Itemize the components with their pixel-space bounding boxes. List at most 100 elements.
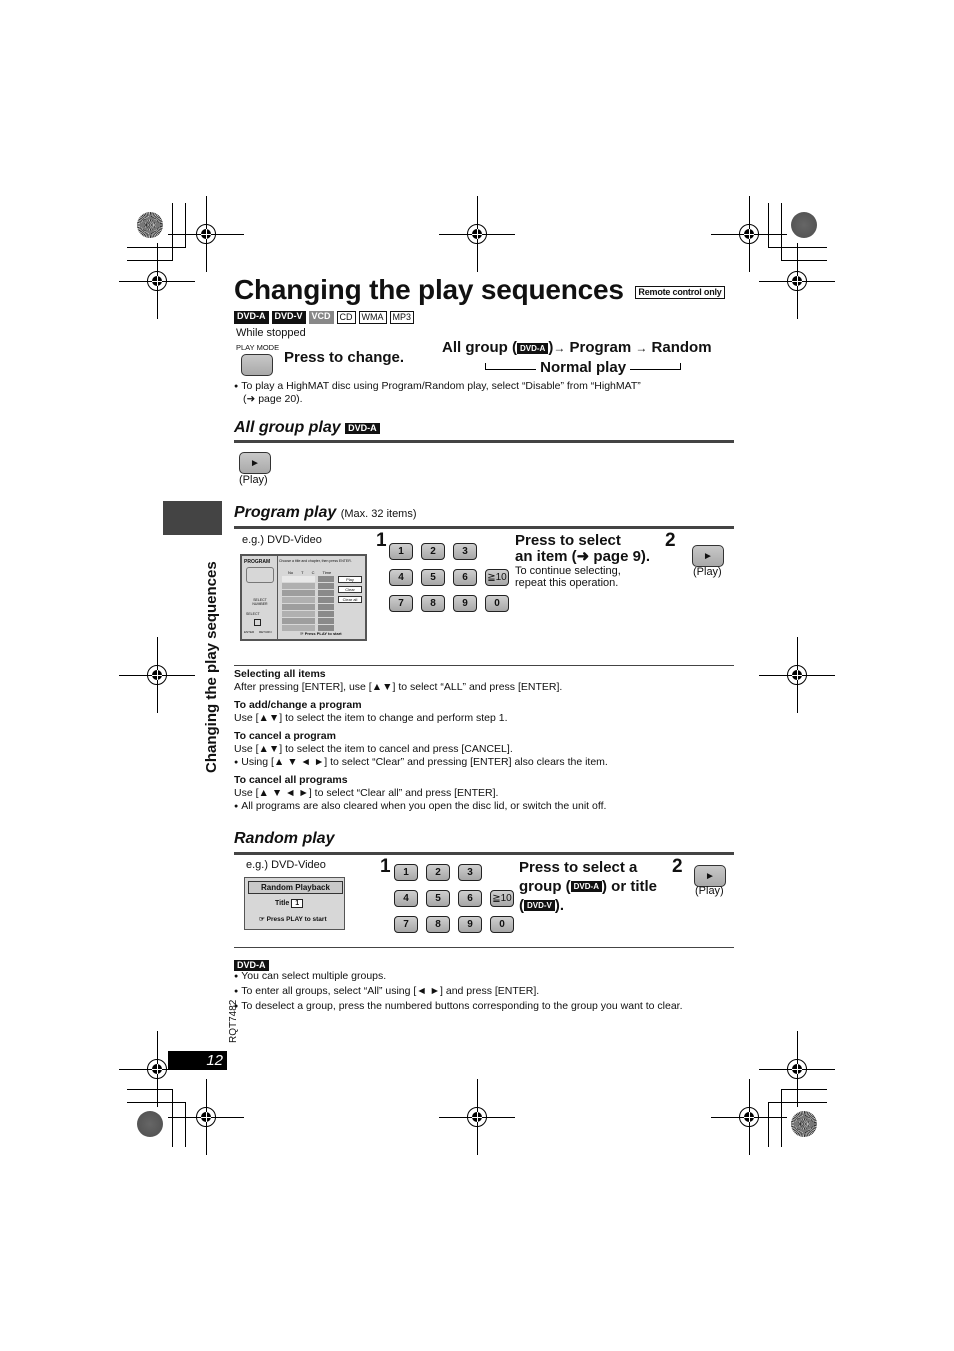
note-cancel-program: To cancel a program Use [▲▼] to select t… (234, 730, 734, 769)
highmat-note-line2: (➜ page 20). (243, 393, 303, 405)
seq-normal-play: Normal play (540, 359, 627, 376)
number-key-10[interactable]: 0 (490, 916, 514, 933)
program-grid-cell (318, 611, 334, 617)
return-label: RETURN (259, 630, 272, 634)
program-grid-cell (318, 604, 334, 610)
number-key-0[interactable]: 1 (389, 543, 413, 560)
program-screen-footer-text: Press PLAY to start (304, 631, 342, 636)
all-group-badge: DVD-A (345, 423, 380, 434)
number-key-2[interactable]: 3 (458, 864, 482, 881)
section-divider (234, 526, 734, 529)
number-key-5[interactable]: 6 (453, 569, 477, 586)
number-key-2[interactable]: 3 (453, 543, 477, 560)
note-line: Use [▲▼] to select the item to change an… (234, 712, 508, 724)
play-mode-button[interactable] (241, 354, 273, 376)
random-title-label: Title (275, 900, 290, 907)
number-key-5[interactable]: 6 (458, 890, 482, 907)
program-instruction-sub: To continue selecting, repeat this opera… (515, 565, 621, 589)
number-key-10[interactable]: 0 (485, 595, 509, 612)
number-key-8[interactable]: 8 (421, 595, 445, 612)
note-bullet: Using [▲ ▼ ◄ ►] to select “Clear” and pr… (234, 756, 734, 769)
random-example-label: e.g.) DVD-Video (246, 859, 326, 871)
note-line: Use [▲▼] to select the item to cancel an… (234, 743, 513, 755)
select-number-label: SELECT NUMBER (252, 598, 268, 606)
sequence-line1: All group (DVD-A)→ Program → Random (442, 339, 712, 356)
program-screen-header: PROGRAM (244, 559, 271, 565)
arrow-icon: → (635, 341, 648, 355)
loop-arrow-left (485, 363, 536, 370)
step-1-number: 1 (376, 530, 387, 551)
arrow-icon: → (553, 341, 566, 355)
notes-divider (234, 665, 734, 666)
program-instr-line2: an item (➜ page 9). (515, 548, 651, 565)
program-grid-cell (282, 611, 293, 617)
screen-clear-button: Clear (338, 586, 362, 593)
program-play-button[interactable]: ► (692, 545, 724, 567)
program-grid-cell (304, 597, 315, 603)
registration-disc-icon (137, 212, 163, 238)
program-play-label: (Play) (693, 566, 722, 578)
random-instruction: Press to select a group (DVD-A) or title… (519, 858, 657, 915)
number-key-0[interactable]: 1 (394, 864, 418, 881)
program-instr-sub2: repeat this operation. (515, 577, 619, 589)
program-section-title: Program play (Max. 32 items) (234, 504, 417, 522)
number-key-7[interactable]: 7 (389, 595, 413, 612)
section-divider (234, 440, 734, 443)
seq-random: Random (651, 339, 712, 356)
random-play-button[interactable]: ► (694, 865, 726, 887)
number-key-7[interactable]: 7 (394, 916, 418, 933)
program-grid-cell (304, 576, 315, 582)
number-key-1[interactable]: 2 (426, 864, 450, 881)
page-number: 12 (168, 1051, 227, 1070)
play-button[interactable]: ► (239, 452, 271, 474)
program-grid-cell (282, 576, 293, 582)
number-key-4[interactable]: 5 (426, 890, 450, 907)
program-grid-cell (293, 618, 304, 624)
program-grid-cell (293, 611, 304, 617)
program-grid-cell (282, 590, 293, 596)
program-screen-footer: ☞ Press PLAY to start (300, 631, 342, 636)
step-2-number: 2 (665, 530, 676, 551)
random-play-label: (Play) (695, 885, 724, 897)
note-add-change: To add/change a program Use [▲▼] to sele… (234, 699, 734, 725)
sequence-line2: Normal play (485, 359, 682, 376)
program-grid-cell (304, 611, 315, 617)
press-to-change: Press to change. (284, 349, 405, 366)
number-key-9[interactable]: 9 (458, 916, 482, 933)
program-grid-cell (282, 604, 293, 610)
program-grid-cell (293, 583, 304, 589)
seq-dvd-a-badge: DVD-A (517, 343, 549, 354)
program-grid-cell (304, 590, 315, 596)
badge-vcd: VCD (308, 311, 334, 324)
number-key-1[interactable]: 2 (421, 543, 445, 560)
random-screen: Random Playback Title 1 ☞ Press PLAY to … (244, 877, 345, 930)
program-title: Program play (234, 504, 337, 521)
program-screen: PROGRAM Choose a title and chapter, then… (240, 554, 367, 641)
col-time: Time (322, 570, 332, 575)
instr-group: group ( (519, 878, 571, 895)
note-heading: Selecting all items (234, 668, 326, 680)
random-bullet: To enter all groups, select “All” using … (234, 984, 754, 999)
screen-clear-all-button: Clear all (338, 596, 362, 603)
program-grid-cell (304, 604, 315, 610)
program-grid-cell (293, 597, 304, 603)
registration-disc-icon (791, 212, 817, 238)
random-title-value: 1 (291, 899, 304, 908)
program-grid-cell (304, 618, 315, 624)
note-line: After pressing [ENTER], use [▲▼] to sele… (234, 681, 563, 693)
badge-dvd-a: DVD-A (234, 311, 269, 324)
program-subtitle: (Max. 32 items) (340, 508, 417, 520)
program-example-label: e.g.) DVD-Video (242, 534, 322, 546)
number-key-6[interactable]: ≧10 (485, 569, 509, 586)
number-key-8[interactable]: 8 (426, 916, 450, 933)
number-key-3[interactable]: 4 (394, 890, 418, 907)
number-key-9[interactable]: 9 (453, 595, 477, 612)
number-key-6[interactable]: ≧10 (490, 890, 514, 907)
program-notes: Selecting all items After pressing [ENTE… (234, 668, 734, 813)
number-key-4[interactable]: 5 (421, 569, 445, 586)
program-screen-columns: No T C Time (288, 570, 331, 575)
note-heading: To cancel a program (234, 730, 336, 742)
screen-play-button: Play (338, 576, 362, 583)
number-key-3[interactable]: 4 (389, 569, 413, 586)
sidebar-title: Changing the play sequences (203, 561, 220, 773)
